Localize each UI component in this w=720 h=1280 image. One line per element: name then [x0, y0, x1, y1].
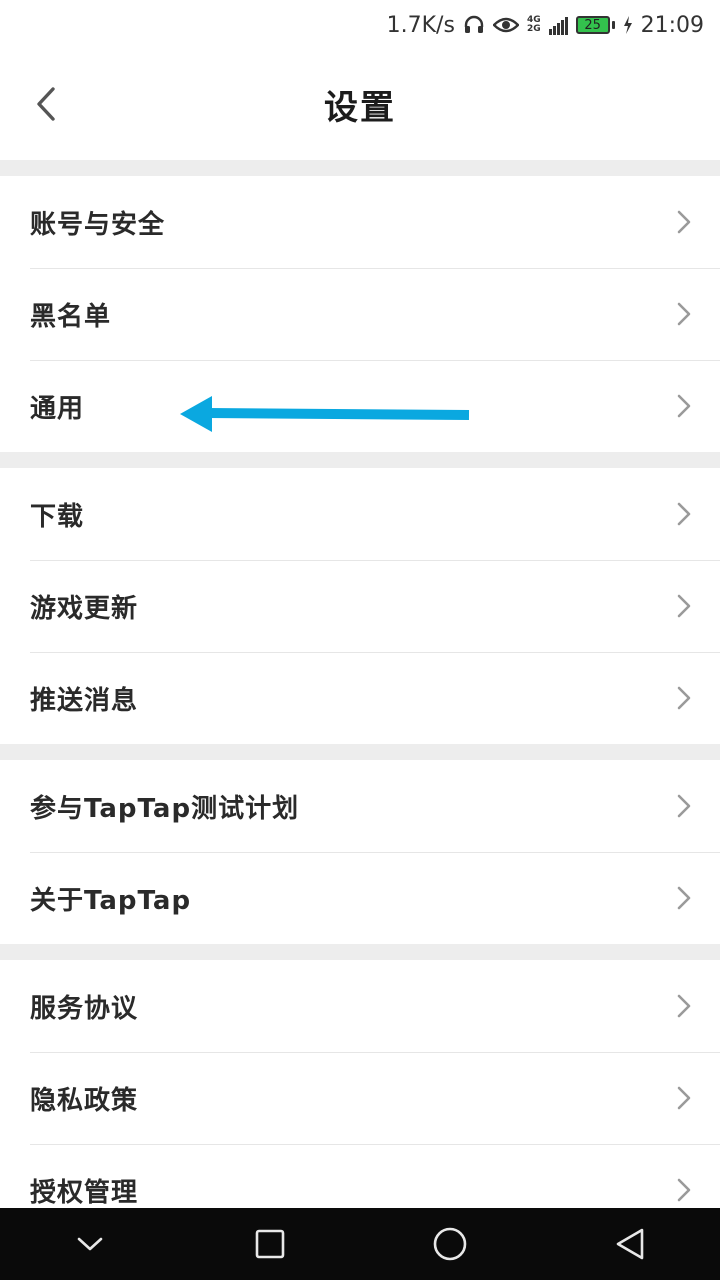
settings-row-service-agreement[interactable]: 服务协议	[0, 960, 720, 1052]
chevron-right-icon	[677, 1086, 691, 1110]
charging-icon	[623, 16, 632, 34]
group-separator	[0, 944, 720, 960]
settings-row-blacklist[interactable]: 黑名单	[0, 268, 720, 360]
eye-icon	[492, 17, 519, 33]
row-label: 账号与安全	[30, 209, 166, 240]
settings-row-game-update[interactable]: 游戏更新	[0, 560, 720, 652]
settings-group-taptap: 参与TapTap测试计划 关于TapTap	[0, 760, 720, 944]
chevron-right-icon	[677, 794, 691, 818]
chevron-right-icon	[677, 594, 691, 618]
row-label: 黑名单	[30, 301, 112, 332]
chevron-right-icon	[677, 1178, 691, 1202]
chevron-down-icon	[77, 1237, 103, 1251]
settings-group-downloads: 下载 游戏更新 推送消息	[0, 468, 720, 744]
page-title: 设置	[324, 88, 396, 128]
row-label: 服务协议	[30, 993, 139, 1024]
chevron-right-icon	[677, 302, 691, 326]
status-bar: 1.7K/s 4G 2G 25 21:09	[0, 0, 720, 50]
signal-icon	[548, 15, 568, 35]
settings-row-download[interactable]: 下载	[0, 468, 720, 560]
row-label: 游戏更新	[30, 593, 139, 624]
battery-level: 25	[584, 17, 601, 33]
chevron-right-icon	[677, 394, 691, 418]
chevron-right-icon	[677, 210, 691, 234]
row-label: 推送消息	[30, 685, 139, 716]
chevron-right-icon	[677, 994, 691, 1018]
settings-row-account-security[interactable]: 账号与安全	[0, 176, 720, 268]
group-separator	[0, 160, 720, 176]
row-label: 关于TapTap	[30, 885, 192, 916]
chevron-right-icon	[677, 886, 691, 910]
row-label: 隐私政策	[30, 1085, 139, 1116]
clock: 21:09	[640, 12, 704, 38]
settings-group-legal: 服务协议 隐私政策 授权管理	[0, 960, 720, 1236]
battery-nub	[611, 21, 615, 29]
row-label: 下载	[30, 501, 85, 532]
triangle-back-icon	[616, 1228, 644, 1260]
group-separator	[0, 452, 720, 468]
row-label: 参与TapTap测试计划	[30, 793, 300, 824]
system-nav-bar	[0, 1208, 720, 1280]
group-separator	[0, 744, 720, 760]
app-bar: 设置	[0, 50, 720, 160]
battery-icon: 25	[575, 16, 610, 34]
chevron-right-icon	[677, 686, 691, 710]
network-type-bottom: 2G	[526, 24, 541, 34]
row-label: 通用	[30, 393, 85, 424]
nav-back-button[interactable]	[590, 1208, 670, 1280]
network-type: 4G 2G	[527, 16, 541, 34]
annotation-arrow-icon	[180, 396, 470, 432]
settings-row-push-messages[interactable]: 推送消息	[0, 652, 720, 744]
nav-hide-button[interactable]	[50, 1208, 130, 1280]
nav-recents-button[interactable]	[230, 1208, 310, 1280]
nav-home-button[interactable]	[410, 1208, 490, 1280]
headphones-icon	[464, 15, 484, 33]
chevron-right-icon	[677, 502, 691, 526]
row-label: 授权管理	[30, 1177, 139, 1208]
square-icon	[255, 1229, 285, 1259]
settings-row-beta-program[interactable]: 参与TapTap测试计划	[0, 760, 720, 852]
network-speed: 1.7K/s	[386, 12, 455, 38]
circle-icon	[433, 1227, 467, 1261]
settings-list: 账号与安全 黑名单 通用 下载 游戏更新 推送消息 参与TapTap测试计划 关…	[0, 160, 720, 1236]
battery-indicator: 25	[575, 16, 615, 34]
settings-row-privacy-policy[interactable]: 隐私政策	[0, 1052, 720, 1144]
settings-row-about[interactable]: 关于TapTap	[0, 852, 720, 944]
